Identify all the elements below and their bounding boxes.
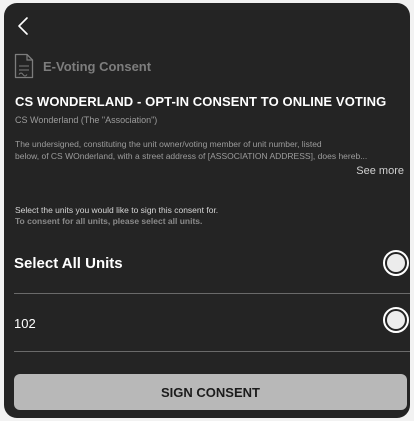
e-voting-consent-screen: E-Voting Consent CS WONDERLAND - OPT-IN … — [4, 3, 410, 418]
select-all-label: Select All Units — [14, 255, 123, 272]
consent-title: CS WONDERLAND - OPT-IN CONSENT TO ONLINE… — [15, 94, 387, 109]
chevron-left-icon — [17, 16, 29, 36]
consent-body-text: The undersigned, constituting the unit o… — [15, 138, 407, 162]
unit-label: 102 — [14, 316, 36, 331]
divider — [14, 293, 410, 294]
instruction-text: Select the units you would like to sign … — [15, 205, 219, 215]
radio-dot — [387, 254, 405, 272]
instruction-note: To consent for all units, please select … — [15, 216, 203, 226]
sign-consent-button[interactable]: SIGN CONSENT — [14, 374, 407, 410]
see-more-link[interactable]: See more — [356, 165, 404, 177]
unit-row[interactable]: 102 — [4, 298, 410, 348]
radio-dot — [387, 311, 405, 329]
association-name: CS Wonderland (The "Association") — [15, 115, 158, 125]
header: E-Voting Consent — [14, 53, 151, 79]
consent-body-line: below, of CS WOnderland, with a street a… — [15, 151, 368, 161]
unit-radio[interactable] — [383, 307, 409, 333]
select-all-radio[interactable] — [383, 250, 409, 276]
select-all-units-row[interactable]: Select All Units — [4, 241, 410, 291]
divider — [14, 351, 410, 352]
back-button[interactable] — [12, 13, 34, 39]
header-title: E-Voting Consent — [43, 58, 152, 74]
consent-body-line: The undersigned, constituting the unit o… — [15, 139, 322, 149]
document-icon — [14, 53, 34, 79]
